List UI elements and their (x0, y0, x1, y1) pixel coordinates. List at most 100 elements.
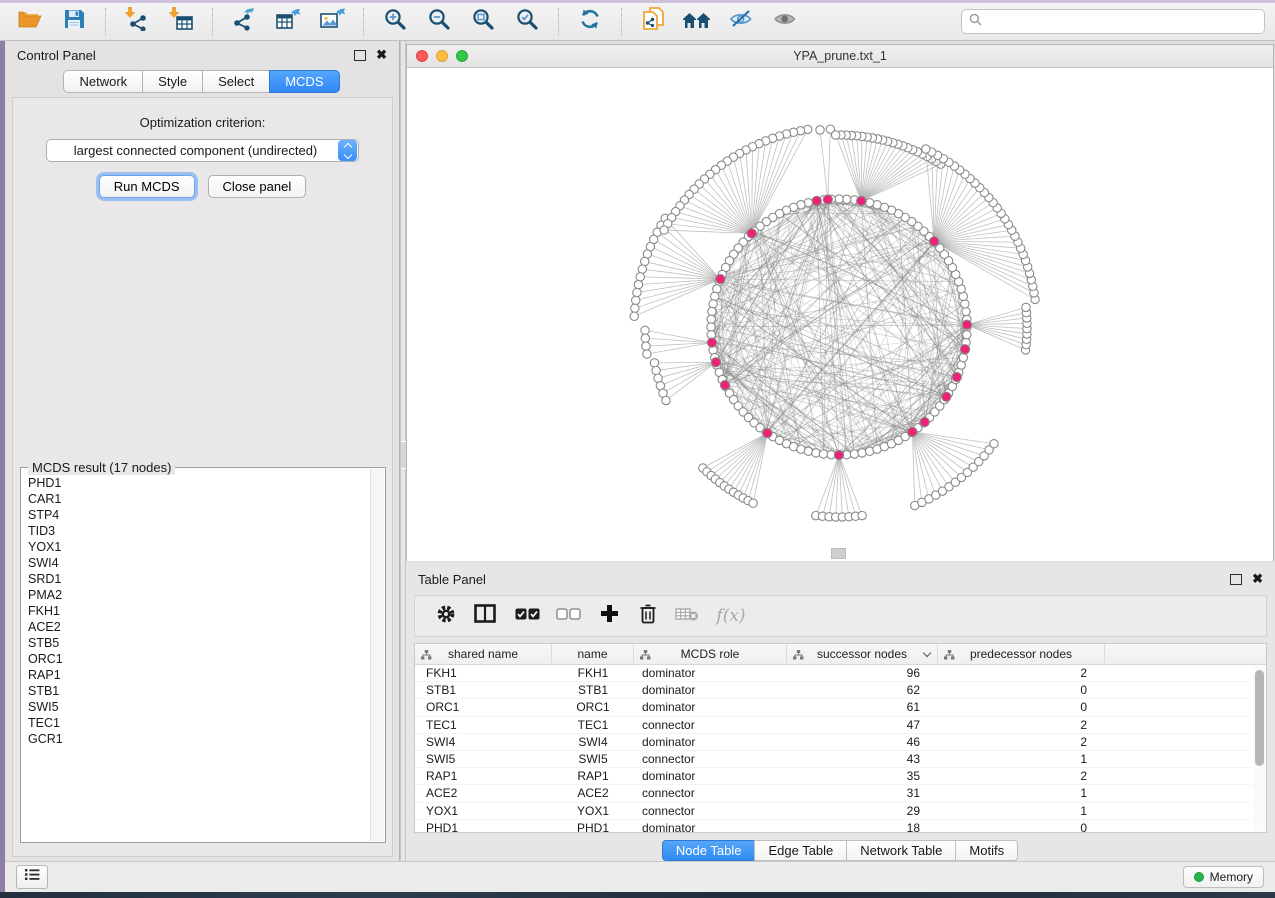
table-scrollbar-thumb[interactable] (1255, 670, 1264, 766)
refresh-button[interactable] (570, 6, 610, 38)
node-dot[interactable] (835, 195, 843, 203)
mcds-result-item[interactable]: ACE2 (28, 619, 371, 635)
mcds-result-item[interactable]: ORC1 (28, 651, 371, 667)
mcds-node-dot[interactable] (834, 450, 843, 459)
tab-style[interactable]: Style (142, 70, 203, 93)
leaf-node-dot[interactable] (630, 312, 638, 320)
leaf-node-dot[interactable] (632, 296, 640, 304)
network-canvas[interactable] (407, 68, 1273, 561)
mcds-result-item[interactable]: YOX1 (28, 539, 371, 555)
network-hscroll-thumb[interactable] (831, 548, 846, 559)
leaf-node-dot[interactable] (643, 350, 651, 358)
leaf-node-dot[interactable] (1022, 303, 1030, 311)
tab-motifs[interactable]: Motifs (955, 840, 1018, 861)
column-pane-button[interactable] (463, 600, 507, 632)
mcds-result-item[interactable]: SWI4 (28, 555, 371, 571)
leaf-node-dot[interactable] (641, 334, 649, 342)
mcds-result-item[interactable]: TID3 (28, 523, 371, 539)
search-box[interactable] (961, 9, 1265, 34)
close-panel-icon[interactable]: ✖ (376, 50, 387, 60)
node-dot[interactable] (812, 449, 820, 457)
leaf-node-dot[interactable] (636, 273, 644, 281)
tab-select[interactable]: Select (202, 70, 270, 93)
node-dot[interactable] (962, 307, 970, 315)
leaf-node-dot[interactable] (816, 126, 824, 134)
add-column-button[interactable] (589, 600, 629, 632)
result-scrollbar[interactable] (370, 469, 384, 841)
mcds-node-dot[interactable] (747, 229, 756, 238)
node-dot[interactable] (858, 449, 866, 457)
leaf-node-dot[interactable] (831, 131, 839, 139)
zoom-fit-button[interactable] (463, 6, 503, 38)
node-dot[interactable] (850, 450, 858, 458)
leaf-node-dot[interactable] (990, 440, 998, 448)
mcds-node-dot[interactable] (763, 429, 772, 438)
close-table-panel-icon[interactable]: ✖ (1252, 574, 1263, 584)
leaf-node-dot[interactable] (633, 288, 641, 296)
table-row[interactable]: FKH1FKH1dominator962 (415, 665, 1252, 682)
show-all-button[interactable] (765, 6, 805, 38)
mcds-node-dot[interactable] (952, 372, 961, 381)
first-neighbors-button[interactable] (677, 6, 717, 38)
table-row[interactable]: PHD1PHD1dominator180 (415, 820, 1252, 832)
close-panel-button[interactable]: Close panel (208, 175, 307, 198)
mcds-result-item[interactable]: STB1 (28, 683, 371, 699)
mcds-node-dot[interactable] (716, 274, 725, 283)
table-row[interactable]: ORC1ORC1dominator610 (415, 699, 1252, 716)
export-image-button[interactable] (312, 6, 352, 38)
zoom-in-button[interactable] (375, 6, 415, 38)
deselect-all-button[interactable] (547, 600, 589, 632)
mcds-result-item[interactable]: STB5 (28, 635, 371, 651)
table-scrollbar[interactable] (1253, 666, 1265, 831)
duplicate-network-button[interactable] (633, 6, 673, 38)
mcds-result-item[interactable]: PHD1 (28, 475, 371, 491)
table-row[interactable]: STB1STB1dominator620 (415, 682, 1252, 699)
node-dot[interactable] (819, 450, 827, 458)
node-dot[interactable] (711, 292, 719, 300)
mcds-result-item[interactable]: CAR1 (28, 491, 371, 507)
mcds-result-item[interactable]: PMA2 (28, 587, 371, 603)
mcds-result-item[interactable]: TEC1 (28, 715, 371, 731)
mcds-node-dot[interactable] (707, 338, 716, 347)
open-file-button[interactable] (10, 6, 50, 38)
zoom-out-button[interactable] (419, 6, 459, 38)
float-panel-icon[interactable] (354, 50, 366, 61)
mcds-node-dot[interactable] (960, 345, 969, 354)
column-header-predecessor-nodes[interactable]: predecessor nodes (938, 644, 1105, 664)
mcds-node-dot[interactable] (930, 237, 939, 246)
node-dot[interactable] (707, 315, 715, 323)
node-dot[interactable] (804, 447, 812, 455)
mcds-node-dot[interactable] (908, 427, 917, 436)
mcds-result-item[interactable]: SWI5 (28, 699, 371, 715)
select-all-button[interactable] (507, 600, 547, 632)
mcds-result-item[interactable]: RAP1 (28, 667, 371, 683)
mcds-node-dot[interactable] (720, 381, 729, 390)
table-row[interactable]: SWI4SWI4dominator462 (415, 734, 1252, 751)
leaf-node-dot[interactable] (858, 511, 866, 519)
node-dot[interactable] (959, 353, 967, 361)
export-table-button[interactable] (268, 6, 308, 38)
function-builder-button[interactable]: f(x) (707, 600, 755, 632)
export-network-button[interactable] (224, 6, 264, 38)
leaf-node-dot[interactable] (641, 326, 649, 334)
tab-mcds[interactable]: MCDS (269, 70, 339, 93)
network-graph[interactable] (407, 68, 1273, 561)
optimization-select[interactable]: largest connected component (undirected) (46, 139, 359, 162)
mcds-result-list[interactable]: PHD1CAR1STP4TID3YOX1SWI4SRD1PMA2FKH1ACE2… (21, 469, 371, 842)
table-row[interactable]: SWI5SWI5connector431 (415, 751, 1252, 768)
node-dot[interactable] (843, 195, 851, 203)
search-input[interactable] (987, 14, 1257, 30)
leaf-node-dot[interactable] (652, 366, 660, 374)
mcds-result-item[interactable]: GCR1 (28, 731, 371, 747)
mcds-node-dot[interactable] (942, 392, 951, 401)
mcds-result-item[interactable]: STP4 (28, 507, 371, 523)
column-header-name[interactable]: name (552, 644, 634, 664)
mcds-node-dot[interactable] (857, 196, 866, 205)
task-history-button[interactable] (16, 865, 48, 889)
mcds-node-dot[interactable] (823, 195, 832, 204)
node-dot[interactable] (963, 331, 971, 339)
column-header-shared-name[interactable]: shared name (415, 644, 552, 664)
leaf-node-dot[interactable] (642, 342, 650, 350)
mcds-result-item[interactable]: SRD1 (28, 571, 371, 587)
mcds-node-dot[interactable] (711, 358, 720, 367)
